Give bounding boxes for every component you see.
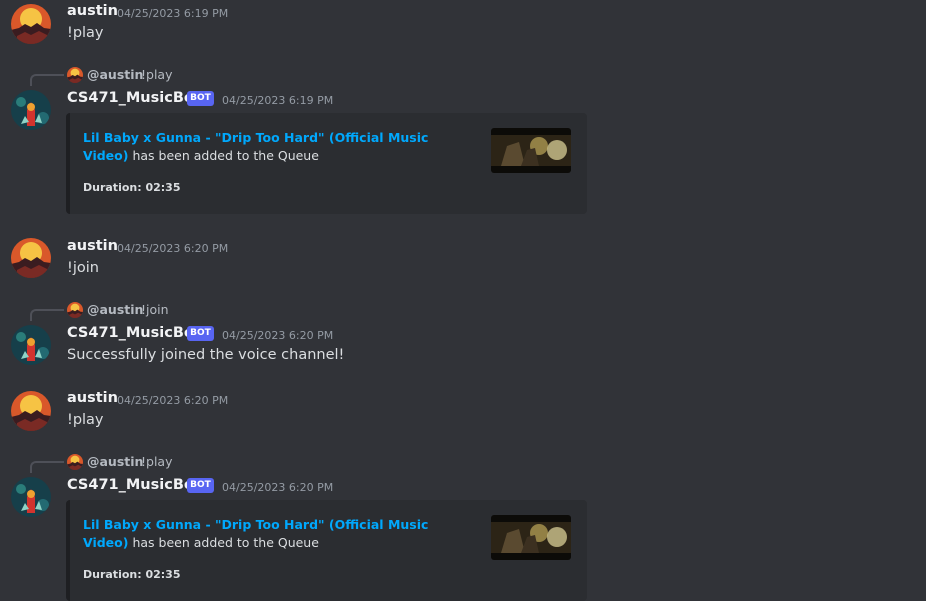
timestamp[interactable]: 04/25/2023 6:20 PM <box>222 481 333 494</box>
message-content: !join <box>67 260 99 276</box>
reply-avatar[interactable] <box>67 67 83 83</box>
bot-badge: BOT <box>187 326 214 341</box>
author-name[interactable]: CS471_MusicBot <box>67 477 201 493</box>
austin-avatar-image <box>11 4 51 44</box>
timestamp[interactable]: 04/25/2023 6:20 PM <box>222 329 333 342</box>
author-name[interactable]: CS471_MusicBot <box>67 325 201 341</box>
embed-duration: Duration: 02:35 <box>83 181 181 194</box>
message-content: !play <box>67 412 104 428</box>
embed-thumbnail[interactable] <box>491 128 571 173</box>
reply-text[interactable]: !join <box>141 302 169 317</box>
embed-description-text: has been added to the Queue <box>128 148 319 163</box>
author-name[interactable]: austin <box>67 390 118 406</box>
timestamp[interactable]: 04/25/2023 6:20 PM <box>117 242 228 255</box>
embed: Lil Baby x Gunna - "Drip Too Hard" (Offi… <box>66 500 587 601</box>
embed-thumbnail[interactable] <box>491 515 571 560</box>
reply-mention[interactable]: @austin <box>87 302 143 317</box>
author-name[interactable]: austin <box>67 238 118 254</box>
avatar[interactable] <box>11 4 51 44</box>
message-content: !play <box>67 25 104 41</box>
bot-avatar-image <box>11 90 51 130</box>
embed-description-text: has been added to the Queue <box>128 535 319 550</box>
reply-mention[interactable]: @austin <box>87 454 143 469</box>
reply-connector <box>30 461 64 473</box>
reply-connector <box>30 74 64 86</box>
reply-text[interactable]: !play <box>141 454 172 469</box>
author-name[interactable]: CS471_MusicBot <box>67 90 201 106</box>
timestamp[interactable]: 04/25/2023 6:19 PM <box>222 94 333 107</box>
embed-description: Lil Baby x Gunna - "Drip Too Hard" (Offi… <box>83 516 473 552</box>
embed-description: Lil Baby x Gunna - "Drip Too Hard" (Offi… <box>83 129 473 165</box>
embed: Lil Baby x Gunna - "Drip Too Hard" (Offi… <box>66 113 587 214</box>
timestamp[interactable]: 04/25/2023 6:19 PM <box>117 7 228 20</box>
reply-mention[interactable]: @austin <box>87 67 143 82</box>
avatar[interactable] <box>11 391 51 431</box>
embed-duration: Duration: 02:35 <box>83 568 181 581</box>
reply-text[interactable]: !play <box>141 67 172 82</box>
avatar[interactable] <box>11 238 51 278</box>
avatar[interactable] <box>11 477 51 517</box>
avatar[interactable] <box>11 90 51 130</box>
reply-connector <box>30 309 64 321</box>
author-name[interactable]: austin <box>67 3 118 19</box>
message-content: Successfully joined the voice channel! <box>67 347 345 363</box>
bot-badge: BOT <box>187 91 214 106</box>
timestamp[interactable]: 04/25/2023 6:20 PM <box>117 394 228 407</box>
reply-avatar[interactable] <box>67 302 83 318</box>
avatar[interactable] <box>11 325 51 365</box>
reply-avatar[interactable] <box>67 454 83 470</box>
bot-badge: BOT <box>187 478 214 493</box>
